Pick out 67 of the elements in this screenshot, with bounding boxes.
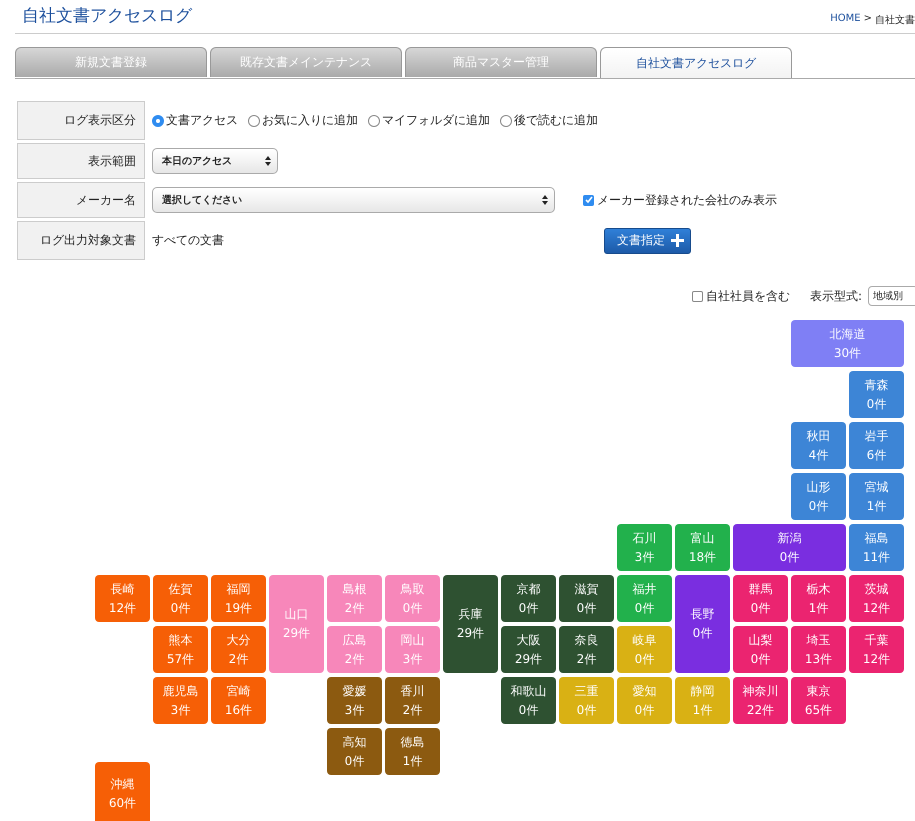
breadcrumb-separator: > bbox=[864, 13, 872, 26]
prefecture-tile[interactable]: 大阪 29件 bbox=[501, 626, 556, 673]
prefecture-tile[interactable]: 島根 2件 bbox=[327, 575, 382, 622]
select-arrows-icon bbox=[542, 195, 548, 205]
prefecture-tile[interactable]: 鳥取 0件 bbox=[385, 575, 440, 622]
field-label: 表示範囲 bbox=[17, 143, 145, 179]
prefecture-tile[interactable]: 長崎 12件 bbox=[95, 575, 150, 622]
document-select-button[interactable]: 文書指定 bbox=[604, 228, 691, 254]
prefecture-tile[interactable]: 福岡 19件 bbox=[211, 575, 266, 622]
home-link[interactable]: HOME bbox=[830, 13, 861, 27]
prefecture-tile[interactable]: 茨城 12件 bbox=[849, 575, 904, 622]
prefecture-tile[interactable]: 長野 0件 bbox=[675, 575, 730, 673]
prefecture-tile[interactable]: 石川 3件 bbox=[617, 524, 672, 571]
include-staff-checkbox[interactable]: 自社社員を含む bbox=[692, 288, 790, 304]
maker-select[interactable]: 選択してください bbox=[152, 187, 555, 213]
prefecture-tile[interactable]: 新潟 0件 bbox=[733, 524, 846, 571]
prefecture-tile[interactable]: 千葉 12件 bbox=[849, 626, 904, 673]
prefecture-tile[interactable]: 秋田 4件 bbox=[791, 422, 846, 469]
prefecture-tile[interactable]: 佐賀 0件 bbox=[153, 575, 208, 622]
prefecture-tile[interactable]: 北海道 30件 bbox=[791, 320, 904, 367]
prefecture-tile[interactable]: 埼玉 13件 bbox=[791, 626, 846, 673]
prefecture-tile[interactable]: 香川 2件 bbox=[385, 677, 440, 724]
page-title: 自社文書アクセスログ bbox=[22, 5, 192, 27]
radio-option[interactable]: 後で読むに追加 bbox=[500, 112, 598, 129]
display-type-label: 表示型式: bbox=[810, 288, 862, 304]
prefecture-tile[interactable]: 和歌山 0件 bbox=[501, 677, 556, 724]
prefecture-tile[interactable]: 福島 11件 bbox=[849, 524, 904, 571]
field-label: ログ出力対象文書 bbox=[17, 221, 145, 260]
prefecture-tile[interactable]: 岡山 3件 bbox=[385, 626, 440, 673]
registered-only-checkbox[interactable]: メーカー登録された会社のみ表示 bbox=[583, 192, 777, 208]
prefecture-tile[interactable]: 沖縄 60件 bbox=[95, 762, 150, 821]
breadcrumb-current: 自社文書 bbox=[875, 14, 915, 27]
plus-icon bbox=[671, 234, 684, 247]
prefecture-tile[interactable]: 愛媛 3件 bbox=[327, 677, 382, 724]
display-type-select[interactable]: 地域別 bbox=[868, 286, 915, 306]
prefecture-tile[interactable]: 山形 0件 bbox=[791, 473, 846, 520]
prefecture-tile[interactable]: 岩手 6件 bbox=[849, 422, 904, 469]
prefecture-tile[interactable]: 青森 0件 bbox=[849, 371, 904, 418]
select-arrows-icon bbox=[265, 156, 271, 166]
prefecture-tile[interactable]: 徳島 1件 bbox=[385, 728, 440, 775]
prefecture-tile[interactable]: 群馬 0件 bbox=[733, 575, 788, 622]
target-documents-value: すべての文書 bbox=[152, 232, 224, 249]
prefecture-tile[interactable]: 富山 18件 bbox=[675, 524, 730, 571]
prefecture-tile[interactable]: 京都 0件 bbox=[501, 575, 556, 622]
prefecture-tile[interactable]: 宮城 1件 bbox=[849, 473, 904, 520]
prefecture-tile[interactable]: 大分 2件 bbox=[211, 626, 266, 673]
radio-option[interactable]: お気に入りに追加 bbox=[248, 112, 358, 129]
radio-option[interactable]: 文書アクセス bbox=[152, 112, 238, 129]
range-select[interactable]: 本日のアクセス bbox=[152, 148, 278, 174]
prefecture-tile[interactable]: 兵庫 29件 bbox=[443, 575, 498, 673]
prefecture-tile[interactable]: 福井 0件 bbox=[617, 575, 672, 622]
tab[interactable]: 自社文書アクセスログ bbox=[600, 47, 792, 78]
prefecture-tile[interactable]: 奈良 2件 bbox=[559, 626, 614, 673]
field-label: メーカー名 bbox=[17, 182, 145, 218]
field-label: ログ表示区分 bbox=[17, 101, 145, 140]
prefecture-tile[interactable]: 高知 0件 bbox=[327, 728, 382, 775]
prefecture-tile[interactable]: 栃木 1件 bbox=[791, 575, 846, 622]
prefecture-tile[interactable]: 山梨 0件 bbox=[733, 626, 788, 673]
prefecture-tile[interactable]: 滋賀 0件 bbox=[559, 575, 614, 622]
prefecture-tile[interactable]: 広島 2件 bbox=[327, 626, 382, 673]
prefecture-tile[interactable]: 鹿児島 3件 bbox=[153, 677, 208, 724]
prefecture-tile[interactable]: 東京 65件 bbox=[791, 677, 846, 724]
prefecture-tile[interactable]: 熊本 57件 bbox=[153, 626, 208, 673]
prefecture-tile[interactable]: 神奈川 22件 bbox=[733, 677, 788, 724]
radio-option[interactable]: マイフォルダに追加 bbox=[368, 112, 490, 129]
prefecture-tile[interactable]: 山口 29件 bbox=[269, 575, 324, 673]
prefecture-tile[interactable]: 宮崎 16件 bbox=[211, 677, 266, 724]
